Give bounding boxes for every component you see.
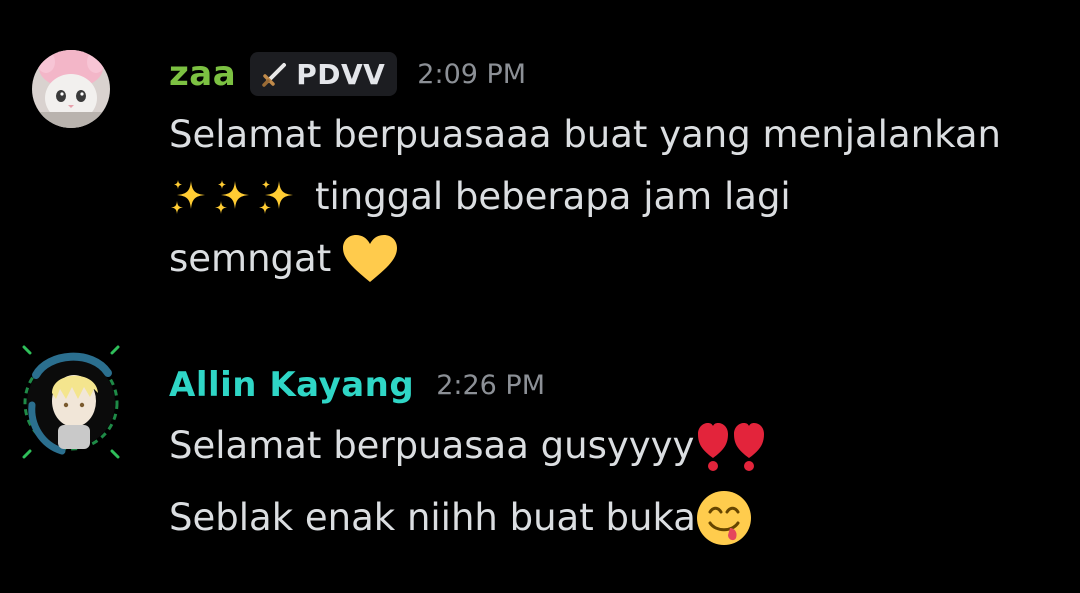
sparkles-icon[interactable] <box>257 177 297 217</box>
avatar-zaa[interactable] <box>32 50 110 128</box>
username[interactable]: zaa <box>169 54 236 94</box>
sword-icon <box>262 63 287 87</box>
red-exclamation-icon[interactable] <box>732 420 766 472</box>
message-text: Seblak enak niihh buat buka <box>169 496 696 539</box>
sparkles-group <box>169 177 301 217</box>
server-tag[interactable]: PDVV <box>250 52 398 96</box>
timestamp[interactable]: 2:09 PM <box>417 59 526 90</box>
message-line: Seblak enak niihh buat buka <box>169 487 1060 549</box>
message-line: Selamat berpuasaa gusyyyy <box>169 415 1060 477</box>
timestamp[interactable]: 2:26 PM <box>436 370 545 401</box>
yellow-heart-icon[interactable] <box>341 234 399 284</box>
message-text: Selamat berpuasaaa buat yang menjalankan <box>169 113 1001 156</box>
message-header: zaa PDVV 2:09 PM <box>169 44 1060 104</box>
avatar-allin-kayang[interactable] <box>22 345 120 463</box>
sparkles-icon[interactable] <box>213 177 253 217</box>
anime-avatar-icon <box>22 345 120 459</box>
message-line: Selamat berpuasaaa buat yang menjalankan <box>169 104 1060 166</box>
message-content: Allin Kayang 2:26 PM Selamat berpuasaa g… <box>169 345 1060 549</box>
message-line: tinggal beberapa jam lagi <box>169 166 1060 228</box>
message-line: semngat <box>169 228 1060 290</box>
message-text: semngat <box>169 237 332 280</box>
cat-avatar-icon <box>32 50 110 128</box>
yum-face-icon[interactable] <box>696 490 752 546</box>
message-content: zaa PDVV 2:09 PM Selamat berpuasaaa buat… <box>169 44 1060 290</box>
red-exclamation-icon[interactable] <box>696 420 730 472</box>
tag-label: PDVV <box>296 57 386 91</box>
message-text: Selamat berpuasaa gusyyyy <box>169 424 695 467</box>
message-header: Allin Kayang 2:26 PM <box>169 345 1060 425</box>
username[interactable]: Allin Kayang <box>169 365 414 405</box>
message-text: tinggal beberapa jam lagi <box>315 175 791 218</box>
sparkles-icon[interactable] <box>169 177 209 217</box>
